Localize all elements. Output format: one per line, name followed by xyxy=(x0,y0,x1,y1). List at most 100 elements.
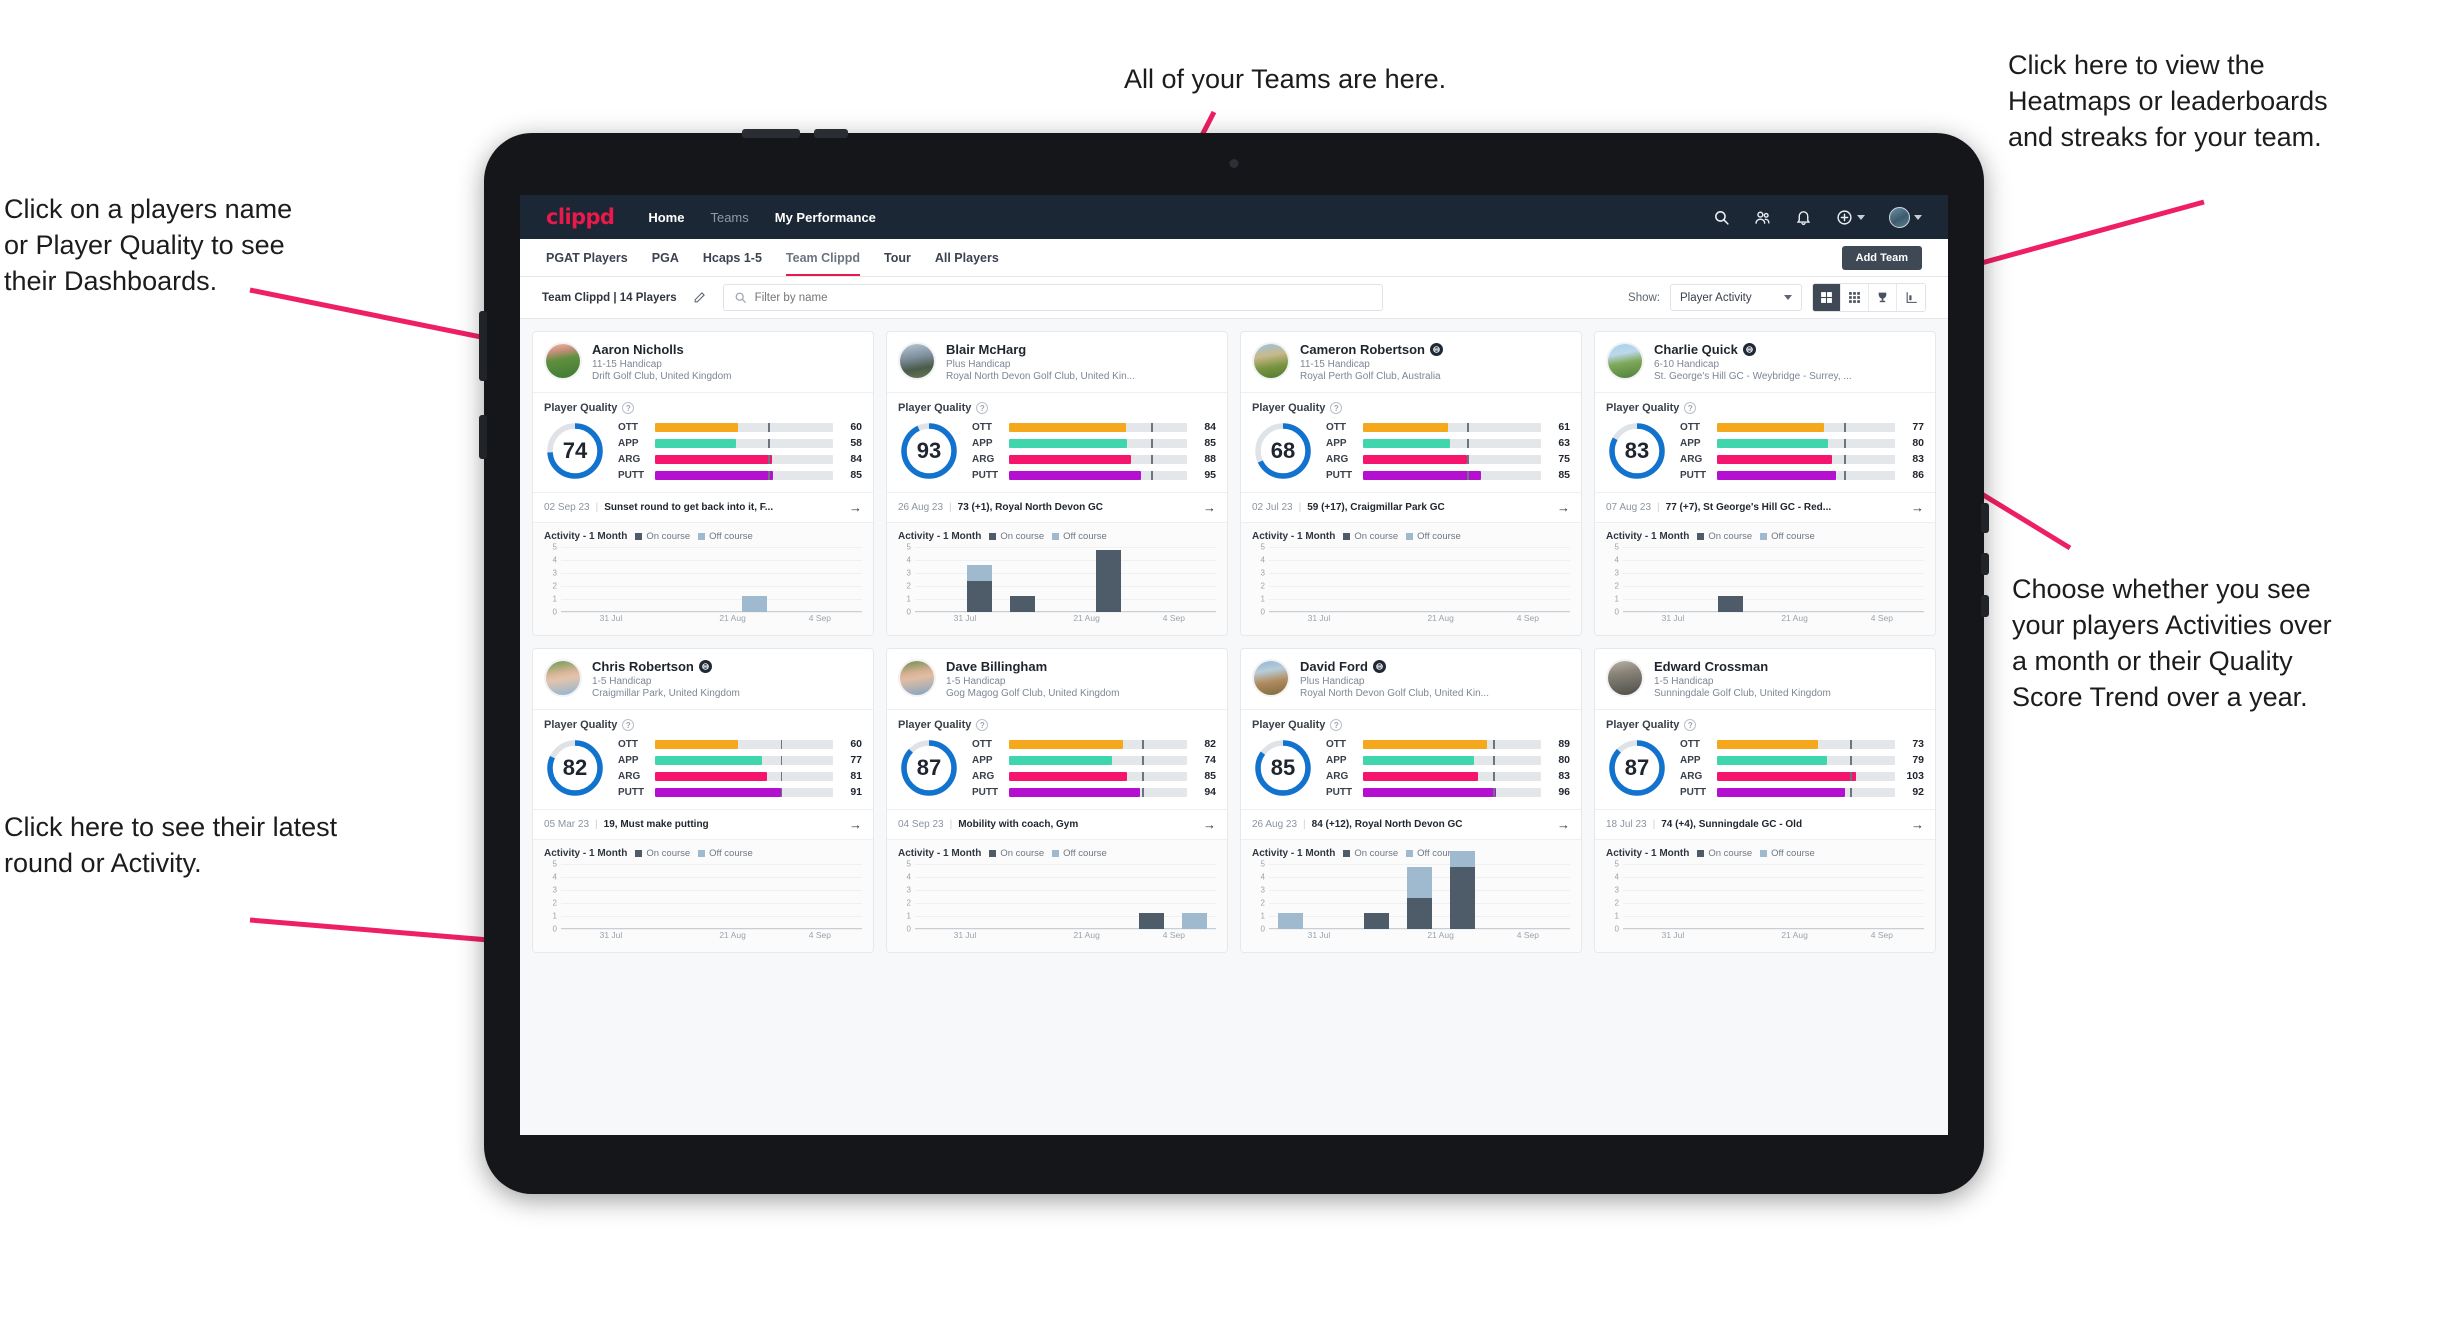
grid-large-icon[interactable] xyxy=(1813,284,1841,311)
player-header[interactable]: Cameron Robertson 11-15 Handicap Royal P… xyxy=(1241,332,1581,392)
help-icon[interactable]: ? xyxy=(976,719,989,731)
activity-bar[interactable] xyxy=(1718,596,1743,612)
player-card[interactable]: Cameron Robertson 11-15 Handicap Royal P… xyxy=(1240,331,1582,636)
player-quality-label[interactable]: Player Quality xyxy=(898,719,971,731)
player-name[interactable]: Cameron Robertson xyxy=(1300,342,1425,357)
activity-bar[interactable] xyxy=(1182,913,1207,929)
nav-link-my-performance[interactable]: My Performance xyxy=(775,210,876,225)
latest-round-row[interactable]: 05 Mar 23 | 19, Must make putting → xyxy=(533,809,873,839)
player-name[interactable]: Charlie Quick xyxy=(1654,342,1738,357)
player-header[interactable]: Aaron Nicholls 11-15 Handicap Drift Golf… xyxy=(533,332,873,392)
player-quality-label[interactable]: Player Quality xyxy=(1606,719,1679,731)
player-name[interactable]: Chris Robertson xyxy=(592,659,694,674)
player-header[interactable]: David Ford Plus Handicap Royal North Dev… xyxy=(1241,649,1581,709)
heatmap-icon[interactable] xyxy=(1897,284,1925,311)
show-select[interactable]: Player Activity xyxy=(1670,284,1802,311)
player-card[interactable]: Edward Crossman 1-5 Handicap Sunningdale… xyxy=(1594,648,1936,953)
help-icon[interactable]: ? xyxy=(976,402,989,414)
player-header[interactable]: Blair McHarg Plus Handicap Royal North D… xyxy=(887,332,1227,392)
quality-donut[interactable]: 93 xyxy=(898,420,960,482)
player-header[interactable]: Edward Crossman 1-5 Handicap Sunningdale… xyxy=(1595,649,1935,709)
quality-donut[interactable]: 82 xyxy=(544,737,606,799)
help-icon[interactable]: ? xyxy=(1330,402,1343,414)
arrow-right-icon[interactable]: → xyxy=(1911,500,1924,515)
help-icon[interactable]: ? xyxy=(1330,719,1343,731)
player-name[interactable]: Dave Billingham xyxy=(946,659,1047,674)
tab-hcaps-1-5[interactable]: Hcaps 1-5 xyxy=(703,239,762,276)
arrow-right-icon[interactable]: → xyxy=(1203,817,1216,832)
activity-bar[interactable] xyxy=(1450,851,1475,929)
quality-donut[interactable]: 83 xyxy=(1606,420,1668,482)
activity-bar[interactable] xyxy=(1010,596,1035,612)
pencil-icon[interactable] xyxy=(687,285,713,311)
activity-bar[interactable] xyxy=(1364,913,1389,929)
player-card[interactable]: Chris Robertson 1-5 Handicap Craigmillar… xyxy=(532,648,874,953)
tab-pga[interactable]: PGA xyxy=(652,239,679,276)
arrow-right-icon[interactable]: → xyxy=(1203,500,1216,515)
tab-tour[interactable]: Tour xyxy=(884,239,911,276)
quality-donut[interactable]: 87 xyxy=(898,737,960,799)
player-name-row[interactable]: Charlie Quick xyxy=(1654,342,1852,357)
arrow-right-icon[interactable]: → xyxy=(1557,500,1570,515)
player-name-row[interactable]: Chris Robertson xyxy=(592,659,740,674)
player-name[interactable]: Blair McHarg xyxy=(946,342,1026,357)
arrow-right-icon[interactable]: → xyxy=(849,500,862,515)
activity-bar[interactable] xyxy=(1278,913,1303,929)
search-icon[interactable] xyxy=(1713,209,1730,226)
account-menu[interactable] xyxy=(1889,206,1922,228)
latest-round-row[interactable]: 04 Sep 23 | Mobility with coach, Gym → xyxy=(887,809,1227,839)
player-name[interactable]: David Ford xyxy=(1300,659,1368,674)
nav-link-home[interactable]: Home xyxy=(648,210,684,225)
search-input[interactable] xyxy=(754,291,1372,304)
activity-bar[interactable] xyxy=(742,596,767,612)
player-card[interactable]: Aaron Nicholls 11-15 Handicap Drift Golf… xyxy=(532,331,874,636)
player-card[interactable]: Dave Billingham 1-5 Handicap Gog Magog G… xyxy=(886,648,1228,953)
bell-icon[interactable] xyxy=(1795,209,1812,226)
quality-donut[interactable]: 74 xyxy=(544,420,606,482)
player-quality-label[interactable]: Player Quality xyxy=(544,719,617,731)
plus-circle-menu[interactable] xyxy=(1836,209,1865,226)
player-quality-label[interactable]: Player Quality xyxy=(1252,719,1325,731)
player-quality-label[interactable]: Player Quality xyxy=(544,402,617,414)
player-name-row[interactable]: Edward Crossman xyxy=(1654,659,1831,674)
latest-round-row[interactable]: 26 Aug 23 | 73 (+1), Royal North Devon G… xyxy=(887,492,1227,522)
arrow-right-icon[interactable]: → xyxy=(1911,817,1924,832)
player-name-row[interactable]: David Ford xyxy=(1300,659,1489,674)
latest-round-row[interactable]: 02 Sep 23 | Sunset round to get back int… xyxy=(533,492,873,522)
player-card[interactable]: David Ford Plus Handicap Royal North Dev… xyxy=(1240,648,1582,953)
quality-donut[interactable]: 68 xyxy=(1252,420,1314,482)
latest-round-row[interactable]: 07 Aug 23 | 77 (+7), St George's Hill GC… xyxy=(1595,492,1935,522)
player-quality-label[interactable]: Player Quality xyxy=(1252,402,1325,414)
player-card[interactable]: Blair McHarg Plus Handicap Royal North D… xyxy=(886,331,1228,636)
player-name-row[interactable]: Dave Billingham xyxy=(946,659,1119,674)
activity-bar[interactable] xyxy=(1139,913,1164,929)
activity-bar[interactable] xyxy=(967,565,992,612)
arrow-right-icon[interactable]: → xyxy=(849,817,862,832)
player-card[interactable]: Charlie Quick 6-10 Handicap St. George's… xyxy=(1594,331,1936,636)
activity-bar[interactable] xyxy=(1407,866,1432,929)
grid-small-icon[interactable] xyxy=(1841,284,1869,311)
help-icon[interactable]: ? xyxy=(622,719,635,731)
tab-pgat-players[interactable]: PGAT Players xyxy=(546,239,628,276)
player-name-row[interactable]: Cameron Robertson xyxy=(1300,342,1443,357)
latest-round-row[interactable]: 02 Jul 23 | 59 (+17), Craigmillar Park G… xyxy=(1241,492,1581,522)
latest-round-row[interactable]: 26 Aug 23 | 84 (+12), Royal North Devon … xyxy=(1241,809,1581,839)
player-header[interactable]: Charlie Quick 6-10 Handicap St. George's… xyxy=(1595,332,1935,392)
player-quality-label[interactable]: Player Quality xyxy=(1606,402,1679,414)
player-header[interactable]: Chris Robertson 1-5 Handicap Craigmillar… xyxy=(533,649,873,709)
player-quality-label[interactable]: Player Quality xyxy=(898,402,971,414)
arrow-right-icon[interactable]: → xyxy=(1557,817,1570,832)
quality-donut[interactable]: 85 xyxy=(1252,737,1314,799)
player-name-row[interactable]: Aaron Nicholls xyxy=(592,342,732,357)
clippd-logo[interactable]: clippd xyxy=(546,205,615,229)
player-header[interactable]: Dave Billingham 1-5 Handicap Gog Magog G… xyxy=(887,649,1227,709)
search-field[interactable] xyxy=(722,284,1383,311)
tab-team-clippd[interactable]: Team Clippd xyxy=(785,239,861,276)
quality-donut[interactable]: 87 xyxy=(1606,737,1668,799)
nav-link-teams[interactable]: Teams xyxy=(710,210,748,225)
activity-bar[interactable] xyxy=(1096,549,1121,612)
player-name[interactable]: Aaron Nicholls xyxy=(592,342,684,357)
add-team-button[interactable]: Add Team xyxy=(1841,245,1922,270)
help-icon[interactable]: ? xyxy=(622,402,635,414)
help-icon[interactable]: ? xyxy=(1684,719,1697,731)
